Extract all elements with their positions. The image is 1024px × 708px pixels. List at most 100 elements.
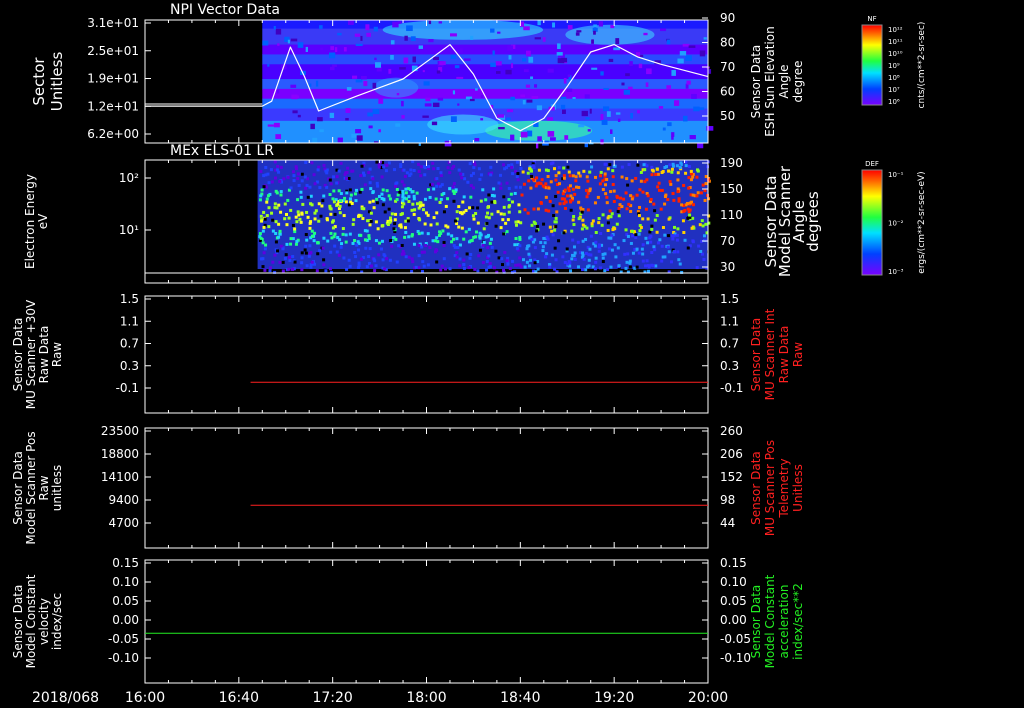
spectrogram-cell (318, 249, 322, 253)
spectrogram-cell (481, 243, 485, 247)
spectrogram-cell (517, 203, 521, 207)
spectrogram-cell (671, 70, 676, 76)
spectrogram-cell (259, 194, 263, 198)
spectrogram-cell (562, 231, 566, 235)
spectrogram-cell (296, 198, 300, 202)
spectrogram-cell (681, 219, 685, 223)
spectrogram-cell (266, 194, 270, 198)
spectrogram-cell (645, 82, 649, 88)
y-tick-label: 6.2e+00 (87, 127, 139, 141)
spectrogram-cell (273, 206, 277, 210)
spectrogram-cell (490, 200, 494, 204)
spectrogram-cell (671, 132, 675, 137)
spectrogram-cell (330, 46, 334, 51)
spectrogram-cell (532, 220, 536, 224)
spectrogram-cell (630, 229, 634, 233)
right-axis-label: Model Constant (763, 574, 777, 668)
spectrogram-cell (382, 165, 386, 169)
spectrogram-cell (607, 247, 611, 251)
spectrogram-cell (438, 200, 442, 204)
spectrogram-cell (438, 21, 443, 24)
spectrogram-cell (666, 198, 670, 202)
spectrogram-cell (458, 243, 462, 247)
spectrogram-cell (639, 225, 643, 229)
spectrogram-cell (611, 175, 615, 179)
spectrogram-cell (562, 176, 566, 180)
spectrogram-cell (597, 221, 601, 225)
spectrogram-cell (333, 244, 337, 248)
spectrogram-cell (342, 256, 346, 260)
spectrogram-cell (403, 57, 409, 64)
spectrogram-cell (292, 174, 296, 178)
spectrogram-cell (369, 219, 373, 223)
colorbar-tick: 10⁶ (888, 98, 900, 106)
spectrogram-cell (399, 165, 403, 169)
spectrogram-cell (488, 261, 492, 265)
spectrogram-cell (409, 168, 413, 172)
spectrogram-cell (670, 260, 674, 264)
spectrogram-cell (557, 182, 561, 186)
right-axis-label: index/sec**2 (791, 583, 805, 660)
spectrogram-cell (586, 265, 590, 269)
spectrogram-cell (625, 207, 629, 211)
spectrogram-cell (296, 177, 300, 181)
spectrogram-cell (355, 129, 362, 134)
spectrogram-cell (421, 208, 425, 212)
spectrogram-cell (344, 233, 348, 237)
spectrogram-cell (581, 268, 585, 272)
spectrogram-cell (303, 175, 307, 179)
spectrogram-cell (401, 199, 405, 203)
spectrogram-cell (629, 61, 633, 66)
spectrogram-cell (368, 167, 372, 171)
spectrogram-cell (700, 219, 704, 223)
spectrogram-cell (529, 258, 533, 262)
spectrogram-cell (396, 193, 400, 197)
spectrogram-cell (624, 191, 628, 195)
spectrogram-cell (609, 265, 613, 269)
spectrogram-cell (600, 139, 604, 145)
spectrogram-cell (699, 249, 703, 253)
spectrogram-cell (657, 181, 661, 185)
spectrogram-cell (403, 235, 407, 239)
spectrogram-cell (686, 246, 690, 250)
spectrogram-cell (610, 248, 614, 252)
spectrogram-band (262, 88, 708, 100)
colorbar-tick: 10⁻³ (888, 268, 904, 276)
spectrogram-cell (537, 168, 541, 172)
spectrogram-cell (571, 174, 575, 178)
spectrogram-cell (535, 224, 539, 228)
spectrogram-cell (269, 266, 273, 270)
spectrogram-cell (617, 118, 621, 122)
spectrogram-cell (671, 237, 675, 241)
colorbar (861, 24, 883, 106)
spectrogram-cell (325, 185, 329, 189)
spectrogram-cell (533, 261, 537, 265)
spectrogram-cell (355, 43, 363, 47)
spectrogram-cell (637, 214, 641, 218)
spectrogram-cell (435, 236, 439, 240)
spectrogram-cell (383, 267, 387, 271)
spectrogram-cell (362, 173, 366, 177)
spectrogram-cell (514, 223, 518, 227)
spectrogram-cell (554, 178, 558, 182)
spectrogram-cell (278, 232, 282, 236)
spectrogram-cell (377, 241, 381, 245)
spectrogram-cell (629, 209, 633, 213)
spectrogram-cell (322, 258, 326, 262)
spectrogram-cell (368, 181, 372, 185)
y-tick-label: 4700 (108, 516, 139, 530)
spectrogram-cell (457, 103, 460, 106)
y-axis-label: index/sec (50, 593, 64, 650)
spectrogram-cell (326, 239, 330, 243)
spectrogram-cell (444, 267, 448, 271)
spectrogram-cell (666, 85, 672, 89)
y-tick-label: 0.00 (112, 613, 139, 627)
spectrogram-cell (518, 185, 522, 189)
spectrogram-cell (529, 186, 533, 190)
spectrogram-cell (644, 236, 648, 240)
spectrogram-cell (615, 38, 620, 45)
spectrogram-cell (646, 194, 650, 198)
spectrogram-cell (259, 170, 263, 174)
right-axis-label: Raw (791, 342, 805, 367)
spectrogram-cell (462, 195, 466, 199)
